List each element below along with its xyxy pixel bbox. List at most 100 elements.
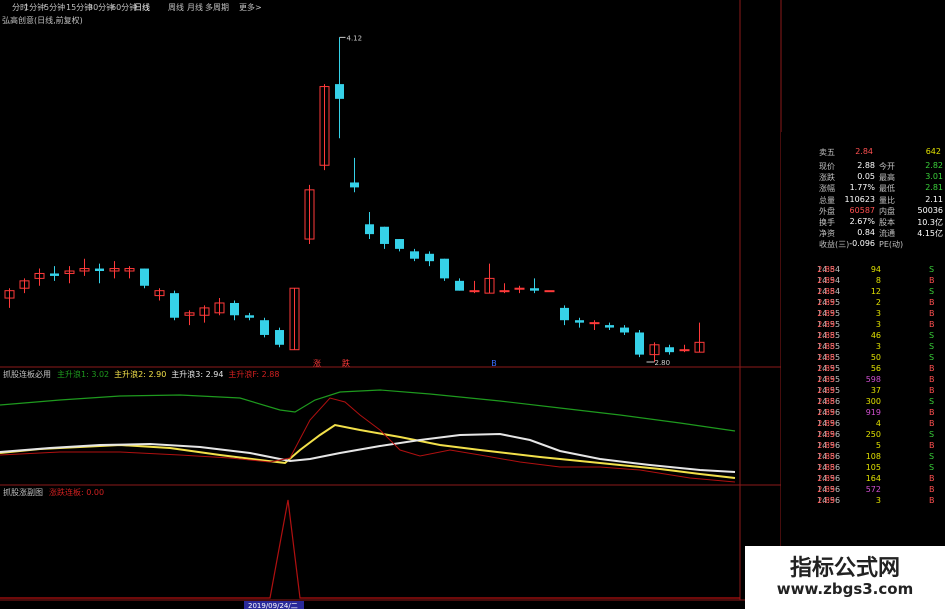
quote-row: 现价 2.88 今开 2.82	[781, 161, 945, 173]
quote-row: 涨跌 0.05 最高 3.01	[781, 172, 945, 184]
quote-label: 最低	[879, 184, 895, 194]
tick-side: S	[929, 397, 935, 406]
candle-body	[605, 325, 614, 328]
quote-label: 量比	[879, 195, 895, 205]
quote-label: PE(动)	[879, 240, 904, 250]
tick-row: 14:55 2.89 37 B	[817, 386, 945, 397]
low-annotation: 2.80	[655, 359, 671, 367]
indicator2-title: 抓股涨副图	[3, 488, 43, 497]
tick-volume: 300	[865, 397, 881, 406]
tick-volume: 598	[865, 375, 881, 384]
tick-side: B	[929, 386, 935, 395]
candle-body	[380, 226, 389, 244]
tick-price: 2.89	[817, 496, 835, 505]
tick-side: B	[929, 485, 935, 494]
tick-price: 2.89	[817, 485, 835, 494]
quote-value: 2.81	[925, 183, 943, 193]
quote-value: -0.096	[849, 239, 875, 249]
tick-row: 14:55 2.88 50 S	[817, 353, 945, 364]
tick-row: 14:54 2.88 12 S	[817, 287, 945, 298]
quote-label: 最高	[879, 173, 895, 183]
tick-volume: 108	[865, 452, 881, 461]
tick-price: 2.88	[817, 397, 835, 406]
tick-price: 2.89	[817, 320, 835, 329]
tick-side: B	[929, 298, 935, 307]
tick-price: 2.88	[817, 331, 835, 340]
tick-volume: 3	[875, 320, 881, 329]
quote-value: 50036	[917, 205, 943, 215]
quote-row: 外盘 60587 内盘 50036	[781, 206, 945, 218]
quote-value: 1.77%	[849, 183, 875, 193]
tick-side: S	[929, 331, 935, 340]
tick-side: B	[929, 276, 935, 285]
quote-value: 0.05	[857, 172, 875, 182]
candle-body	[635, 332, 644, 355]
tick-price: 2.88	[817, 452, 835, 461]
quote-value: 110623	[844, 194, 875, 204]
candle-body	[665, 347, 674, 353]
ask-price: 2.84	[855, 147, 873, 156]
candle-body	[560, 307, 569, 321]
tick-row: 14:55 2.88 3 S	[817, 342, 945, 353]
tick-volume: 8	[875, 276, 881, 285]
candle-body	[365, 224, 374, 235]
candle-body	[530, 288, 539, 291]
tick-price: 2.89	[817, 408, 835, 417]
high-annotation: 4.12	[347, 34, 363, 42]
candle-body	[455, 280, 464, 291]
quote-value: 2.67%	[849, 217, 875, 226]
quote-value: 2.82	[925, 161, 943, 170]
tick-volume: 3	[875, 309, 881, 318]
tick-row: 14:56 2.89 572 B	[817, 485, 945, 496]
quote-value: 3.01	[925, 172, 943, 182]
tick-volume: 56	[870, 364, 881, 373]
tick-price: 2.89	[817, 364, 835, 373]
tick-row: 14:55 2.89 3 B	[817, 309, 945, 320]
quote-label: 外盘	[819, 206, 835, 216]
tick-volume: 164	[865, 474, 881, 483]
candle-body	[575, 320, 584, 323]
tick-row: 14:56 2.89 4 B	[817, 419, 945, 430]
quote-value: 0.84	[857, 228, 875, 238]
tick-side: S	[929, 287, 935, 296]
quote-row: 总量 110623 量比 2.11	[781, 195, 945, 207]
quote-label: 流通	[879, 229, 895, 239]
candle-body	[425, 253, 434, 262]
tick-price: 2.89	[817, 276, 835, 285]
tick-row: 14:55 2.88 46 S	[817, 331, 945, 342]
tick-row: 14:55 2.89 598 B	[817, 375, 945, 386]
tick-row: 14:54 2.89 8 B	[817, 276, 945, 287]
tick-price: 2.89	[817, 441, 835, 450]
quote-label: 收益(三)	[819, 240, 850, 250]
quote-label: 净资	[819, 229, 835, 239]
indicator1-value: 主升浪3: 2.94	[171, 370, 224, 379]
tick-volume: 5	[875, 441, 881, 450]
tick-price: 2.88	[817, 265, 835, 274]
candle-body	[395, 239, 404, 249]
tick-price: 2.88	[817, 353, 835, 362]
indicator1-value: 主升浪1: 3.02	[57, 370, 110, 379]
tick-side: B	[929, 375, 935, 384]
candle-body	[589, 322, 600, 325]
candle-body	[50, 273, 59, 276]
candle-body	[620, 327, 629, 333]
tick-price: 2.89	[817, 386, 835, 395]
tick-side: S	[929, 463, 935, 472]
indicator2-spike-line	[0, 499, 740, 599]
tick-price: 2.89	[817, 474, 835, 483]
candle-body	[469, 290, 480, 293]
tick-row: 14:56 2.88 108 S	[817, 452, 945, 463]
tick-volume: 37	[870, 386, 881, 395]
date-label: 2019/09/24/二	[248, 602, 298, 609]
tick-side: S	[929, 430, 935, 439]
watermark-url: www.zbgs3.com	[776, 580, 914, 598]
quote-value: 60587	[849, 205, 875, 215]
tick-price: 2.89	[817, 298, 835, 307]
tick-side: B	[929, 408, 935, 417]
tick-volume: 46	[870, 331, 881, 340]
tick-row: 14:56 2.88 300 S	[817, 397, 945, 408]
indicator1-value: 主升浪2: 2.90	[114, 370, 167, 379]
candle-body	[275, 330, 284, 345]
quote-panel: 卖五 2.84 642 现价 2.88 今开 2.82 涨跌 0.05 最高 3.01 涨幅 1.77%…	[781, 132, 945, 609]
quote-label: 内盘	[879, 206, 895, 216]
